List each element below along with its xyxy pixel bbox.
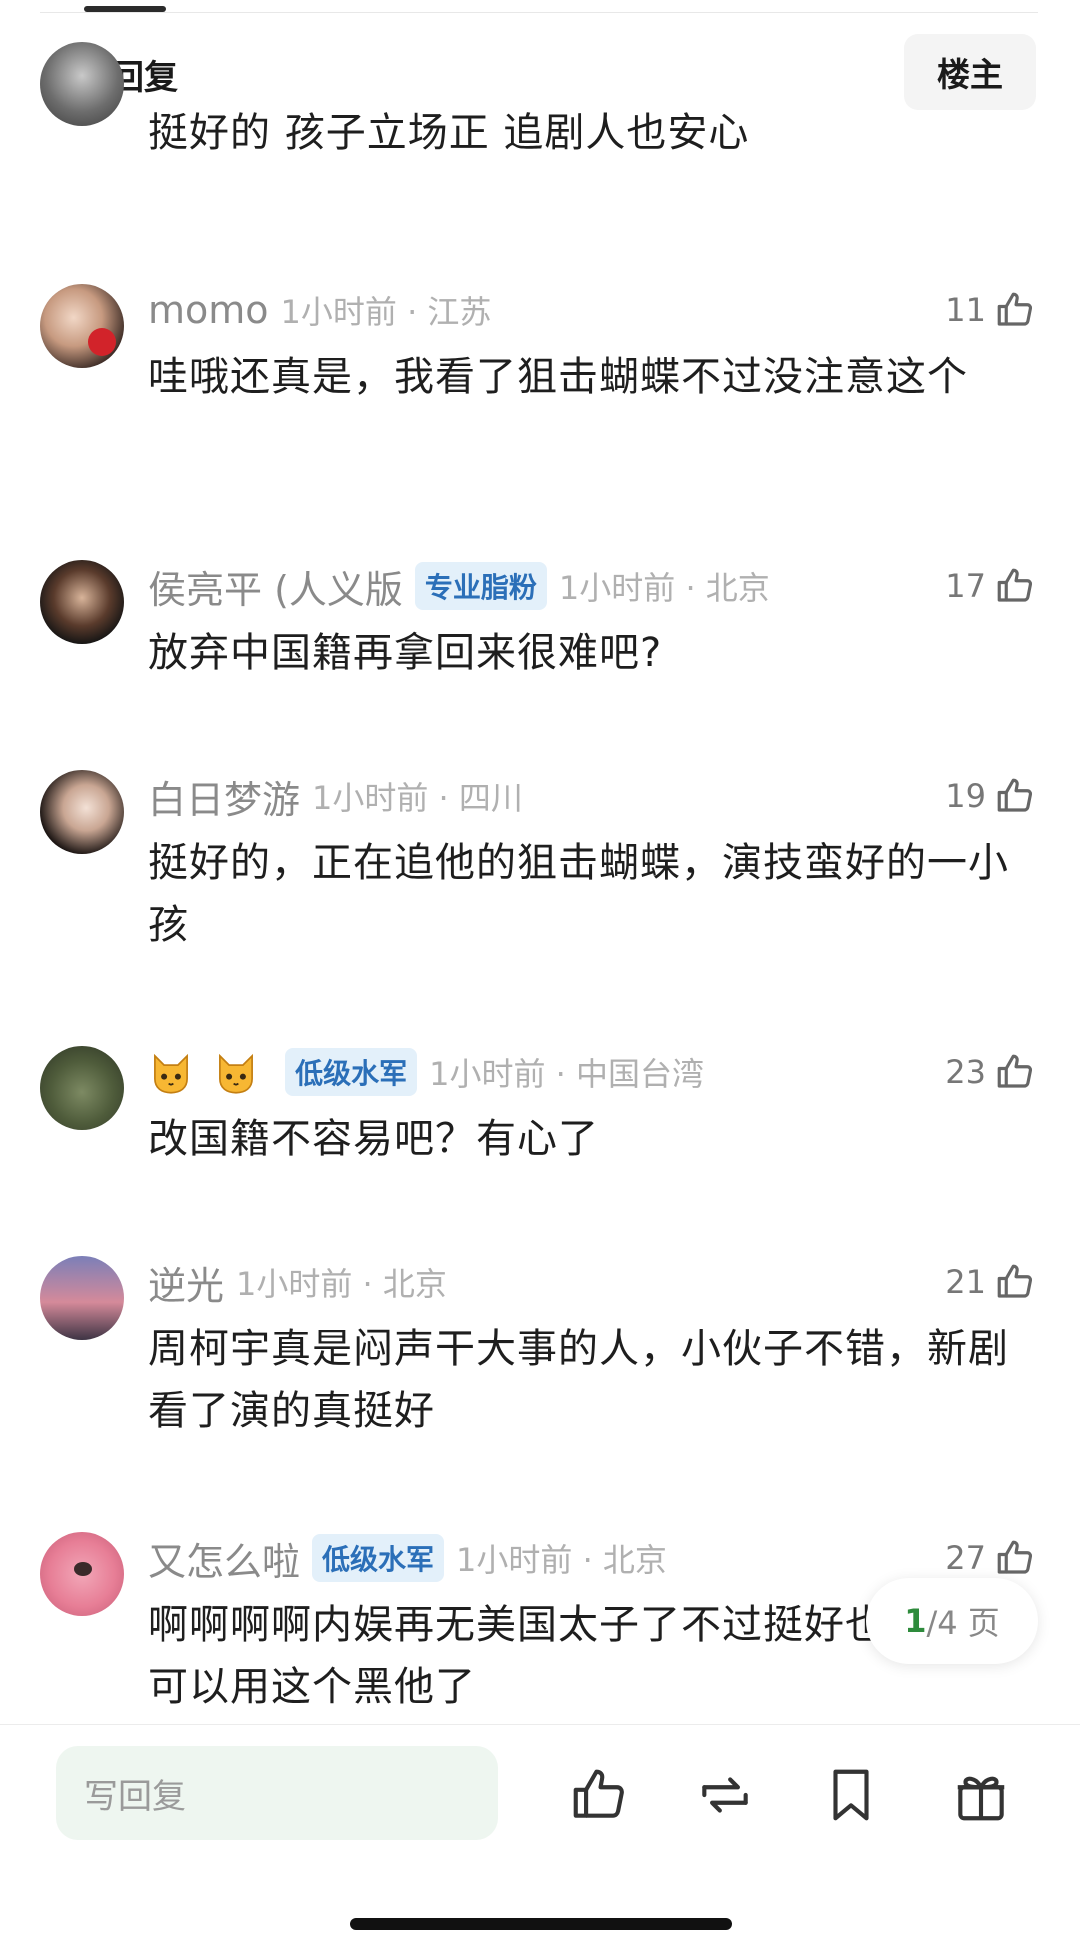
avatar[interactable] [40, 284, 124, 368]
home-indicator[interactable] [350, 1918, 732, 1930]
like-count: 21 [945, 1263, 986, 1301]
repost-icon[interactable] [694, 1764, 756, 1826]
comment-meta: 又怎么啦 低级水军 1小时前 · 北京 [148, 1532, 667, 1584]
avatar[interactable] [40, 1046, 124, 1130]
thumbs-up-icon[interactable] [994, 565, 1036, 607]
thumbs-up-icon[interactable] [994, 1051, 1036, 1093]
op-filter-button[interactable]: 楼主 [904, 34, 1036, 110]
user-badge: 专业脂粉 [414, 562, 547, 610]
comment-meta: 侯亮平 (人义版 专业脂粉 1小时前 · 北京 [148, 560, 770, 612]
bottom-divider [0, 1724, 1080, 1725]
comment-text: 挺好的 孩子立场正 追剧人也安心 [148, 110, 750, 156]
comment-time: 1小时前 · 江苏 [280, 293, 492, 331]
username-emoji[interactable] [148, 1049, 273, 1095]
like-control[interactable]: 17 [945, 560, 1036, 612]
comment-text: 周柯宇真是闷声干大事的人，小伙子不错，新剧看了演的真挺好 [148, 1326, 1009, 1434]
comment-meta: momo 1小时前 · 江苏 [148, 284, 491, 336]
username[interactable]: 侯亮平 (人义版 [148, 559, 403, 614]
username[interactable]: 逆光 [148, 1255, 224, 1310]
comment-meta: 低级水军 1小时前 · 中国台湾 [148, 1046, 704, 1098]
comment-time: 1小时前 · 中国台湾 [429, 1055, 704, 1093]
thumbs-up-icon[interactable] [994, 1261, 1036, 1303]
comment-text: 哇哦还真是，我看了狙击蝴蝶不过没注意这个 [148, 354, 968, 400]
thumbs-up-icon[interactable] [994, 1537, 1036, 1579]
avatar[interactable] [40, 1532, 124, 1616]
bookmark-icon[interactable] [820, 1764, 882, 1826]
avatar[interactable] [40, 560, 124, 644]
comment-time: 1小时前 · 四川 [312, 779, 523, 817]
comment-time: 1小时前 · 北京 [558, 569, 770, 607]
like-control[interactable]: 21 [945, 1256, 1036, 1308]
comment-meta: 白日梦游 1小时前 · 四川 [148, 770, 523, 822]
thumbs-up-icon[interactable] [994, 289, 1036, 331]
avatar[interactable] [40, 1256, 124, 1340]
like-count: 19 [945, 777, 986, 815]
page-indicator[interactable]: 1 /4 页 [866, 1578, 1038, 1664]
thumbs-up-icon[interactable] [994, 775, 1036, 817]
username[interactable]: 白日梦游 [148, 769, 300, 824]
page-total: /4 页 [926, 1604, 1000, 1642]
username[interactable]: 又怎么啦 [148, 1531, 300, 1586]
top-divider [40, 12, 1038, 13]
like-icon[interactable] [568, 1764, 630, 1826]
user-badge: 低级水军 [312, 1534, 445, 1582]
comment-text: 挺好的，正在追他的狙击蝴蝶，演技蛮好的一小孩 [148, 840, 1009, 948]
like-count: 23 [945, 1053, 986, 1091]
page-current: 1 [904, 1602, 927, 1640]
like-count: 17 [945, 567, 986, 605]
cat-face-icon [219, 1053, 254, 1094]
like-control[interactable]: 27 [945, 1532, 1036, 1584]
comment-time: 1小时前 · 北京 [236, 1265, 447, 1303]
like-control[interactable]: 11 [945, 284, 1036, 336]
cat-face-icon [154, 1053, 188, 1094]
username[interactable]: momo [148, 288, 269, 332]
gift-icon[interactable] [950, 1764, 1012, 1826]
comment-text: 放弃中国籍再拿回来很难吧? [148, 630, 663, 676]
comment-meta: 逆光 1小时前 · 北京 [148, 1256, 447, 1308]
like-control[interactable]: 23 [945, 1046, 1036, 1098]
avatar[interactable] [40, 42, 124, 126]
like-control[interactable]: 19 [945, 770, 1036, 822]
like-count: 11 [945, 291, 986, 329]
comment-time: 1小时前 · 北京 [456, 1541, 667, 1579]
like-count: 27 [945, 1539, 986, 1577]
comment-text: 改国籍不容易吧？有心了 [148, 1116, 599, 1162]
user-badge: 低级水军 [285, 1048, 418, 1096]
avatar[interactable] [40, 770, 124, 854]
reply-input[interactable]: 写回复 [56, 1746, 498, 1840]
reply-page: 全部回复 楼主 挺好的 孩子立场正 追剧人也安心 momo 1小时前 · 江苏 … [0, 0, 1080, 1956]
